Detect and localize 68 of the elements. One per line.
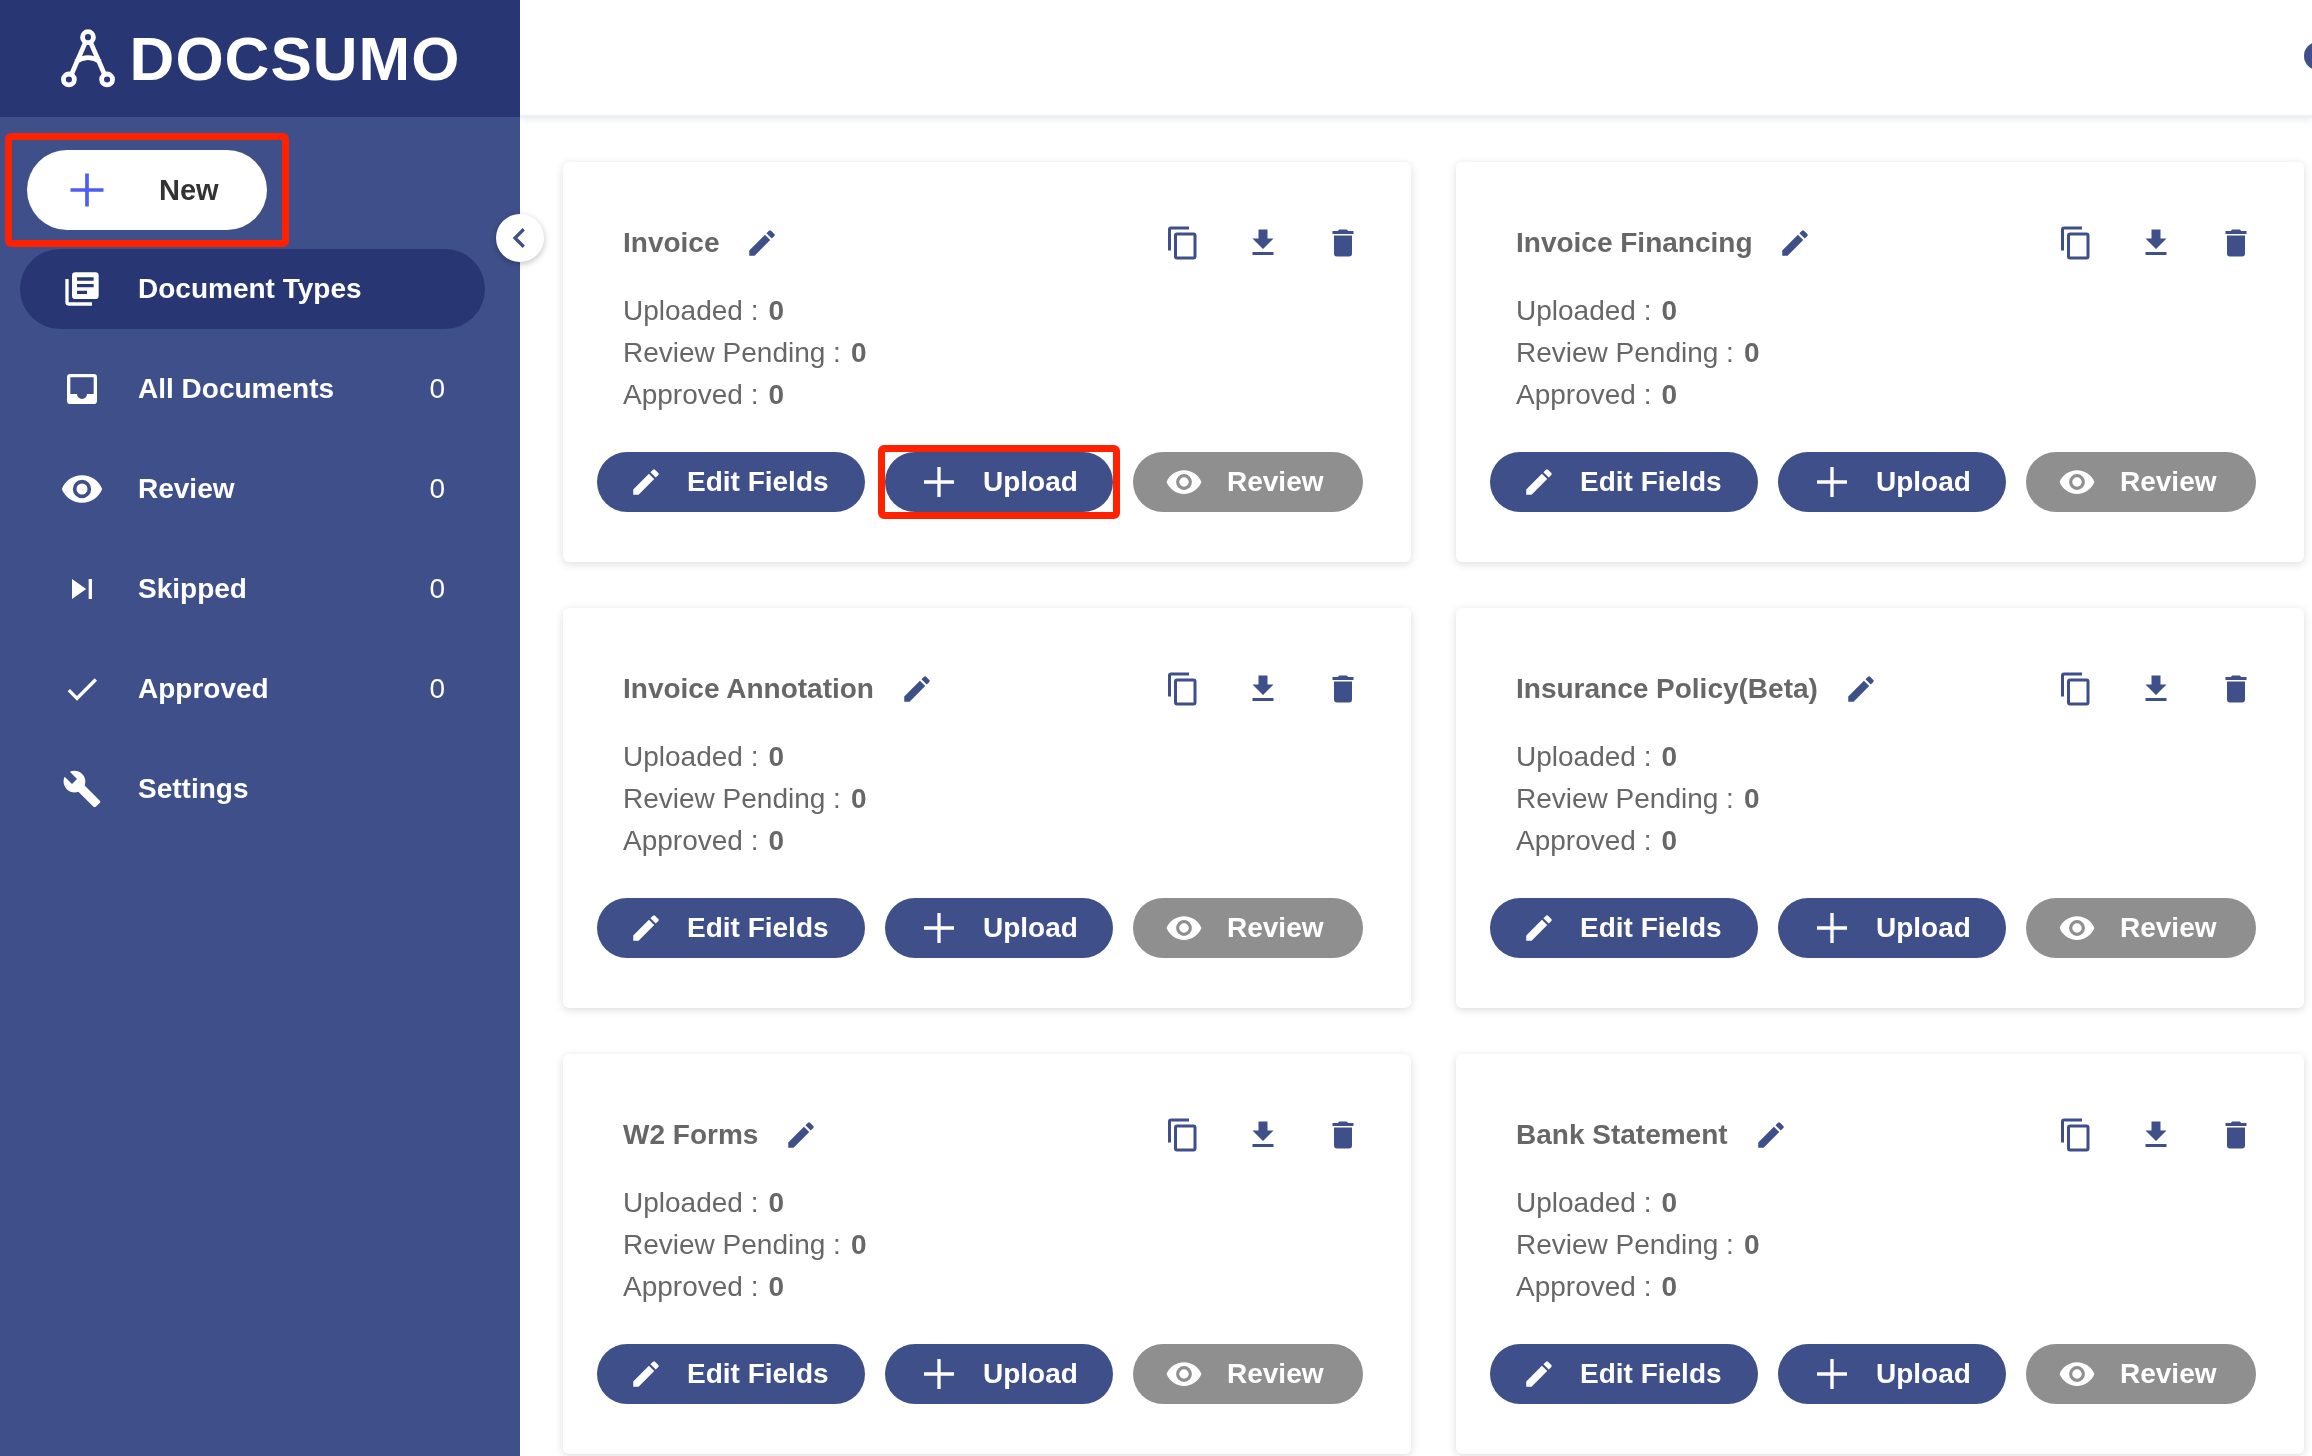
stat-value: 0	[1661, 295, 1677, 327]
edit-button[interactable]: Edit Fields	[1490, 1344, 1758, 1404]
nav-item[interactable]: Skipped 0	[20, 549, 485, 629]
card-title: Insurance Policy(Beta)	[1516, 673, 1818, 705]
stat-value: 0	[768, 1271, 784, 1303]
stat-value: 0	[768, 379, 784, 411]
stat-label: Approved :	[623, 825, 759, 857]
nav-count: 0	[429, 573, 445, 605]
edit-button[interactable]: Edit Fields	[597, 1344, 865, 1404]
stat-value: 0	[768, 1187, 784, 1219]
stat-value: 0	[1743, 783, 1760, 815]
upload-button[interactable]: Upload	[1778, 452, 2006, 512]
edit-button[interactable]: Edit Fields	[1490, 898, 1758, 958]
card-title: Invoice	[623, 227, 720, 259]
upload-button[interactable]: Upload	[1778, 1344, 2006, 1404]
stat-value: 0	[1661, 1271, 1677, 1303]
upload-button[interactable]: Upload	[885, 1344, 1113, 1404]
stat-value: 0	[850, 1229, 867, 1261]
nav-item[interactable]: Settings	[20, 749, 485, 829]
stat-value: 0	[768, 295, 784, 327]
stat-label: Uploaded :	[1516, 295, 1652, 327]
stat-value: 0	[1743, 337, 1760, 369]
new-button[interactable]: New	[27, 150, 267, 230]
stat-label: Uploaded :	[623, 741, 759, 773]
card-title: Bank Statement	[1516, 1119, 1728, 1151]
upload-button[interactable]: Upload	[1778, 898, 2006, 958]
stat-label: Review Pending :	[1516, 337, 1734, 369]
stat-label: Review Pending :	[1516, 783, 1734, 815]
stat-label: Review Pending :	[623, 783, 841, 815]
edit-button[interactable]: Edit Fields	[597, 452, 865, 512]
stat-label: Review Pending :	[623, 337, 841, 369]
nav-count: 0	[429, 373, 445, 405]
stat-value: 0	[768, 825, 784, 857]
collapse-button[interactable]	[496, 214, 544, 262]
upload-button[interactable]: Upload	[885, 898, 1113, 958]
stat-label: Review Pending :	[1516, 1229, 1734, 1261]
stat-label: Approved :	[623, 379, 759, 411]
card-title: W2 Forms	[623, 1119, 759, 1151]
stat-label: Approved :	[1516, 379, 1652, 411]
logo-icon	[59, 28, 116, 89]
stat-label: Uploaded :	[623, 295, 759, 327]
stat-value: 0	[1661, 825, 1677, 857]
nav-count: 0	[429, 473, 445, 505]
nav-item[interactable]: Approved 0	[20, 649, 485, 729]
upload-button[interactable]: Upload	[885, 452, 1113, 512]
stat-label: Uploaded :	[623, 1187, 759, 1219]
stat-label: Uploaded :	[1516, 741, 1652, 773]
stat-label: Review Pending :	[623, 1229, 841, 1261]
stat-value: 0	[1743, 1229, 1760, 1261]
stat-label: Uploaded :	[1516, 1187, 1652, 1219]
stat-value: 0	[850, 783, 867, 815]
logo-text: DOCSUMO	[129, 23, 461, 94]
stat-label: Approved :	[1516, 825, 1652, 857]
edit-button[interactable]: Edit Fields	[597, 898, 865, 958]
card-title: Invoice Financing	[1516, 227, 1753, 259]
stat-value: 0	[768, 741, 784, 773]
card-title: Invoice Annotation	[623, 673, 874, 705]
nav-item[interactable]: All Documents 0	[20, 349, 485, 429]
nav-item[interactable]: Review 0	[20, 449, 485, 529]
stat-label: Approved :	[623, 1271, 759, 1303]
stat-value: 0	[850, 337, 867, 369]
stat-label: Approved :	[1516, 1271, 1652, 1303]
stat-value: 0	[1661, 379, 1677, 411]
edit-button[interactable]: Edit Fields	[1490, 452, 1758, 512]
stat-value: 0	[1661, 741, 1677, 773]
nav-item[interactable]: Document Types	[20, 249, 485, 329]
nav-count: 0	[429, 673, 445, 705]
stat-value: 0	[1661, 1187, 1677, 1219]
